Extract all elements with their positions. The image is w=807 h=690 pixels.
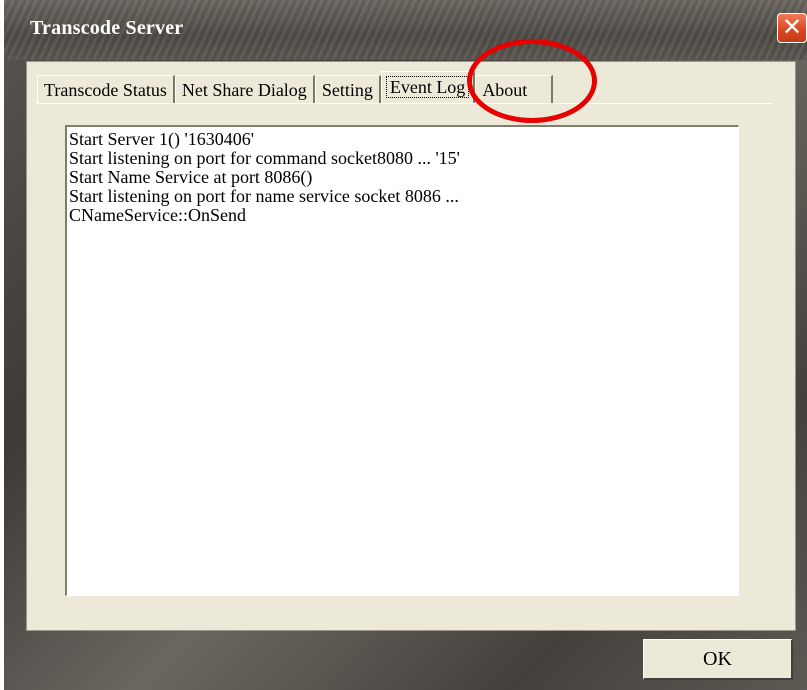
transcode-server-window: Transcode Server ✕ Transcode Status Net … (4, 0, 807, 690)
tab-event-log[interactable]: Event Log (380, 71, 476, 103)
close-button[interactable]: ✕ (777, 13, 807, 43)
dialog-body: Transcode Status Net Share Dialog Settin… (26, 39, 796, 631)
tab-label: About (482, 80, 528, 100)
tab-label: Event Log (385, 76, 470, 98)
tab-label: Setting (321, 80, 373, 100)
tab-label: Transcode Status (44, 80, 167, 100)
log-line: CNameService::OnSend (69, 205, 246, 225)
log-line: Start Name Service at port 8086() (69, 167, 313, 187)
tab-setting[interactable]: Setting (314, 75, 381, 103)
tab-label: Net Share Dialog (181, 80, 307, 100)
tab-transcode-status[interactable]: Transcode Status (37, 75, 175, 103)
window-title: Transcode Server (30, 17, 184, 39)
log-line: Start listening on port for command sock… (69, 148, 460, 168)
tab-divider (37, 103, 773, 104)
close-icon: ✕ (781, 13, 803, 41)
event-log-textbox[interactable]: Start Server 1() '1630406' Start listeni… (65, 125, 739, 596)
tab-net-share-dialog[interactable]: Net Share Dialog (174, 75, 315, 103)
title-bar[interactable]: Transcode Server ✕ (4, 0, 807, 60)
log-line: Start listening on port for name service… (69, 186, 459, 206)
tab-strip: Transcode Status Net Share Dialog Settin… (37, 71, 554, 103)
ok-button-label: OK (703, 648, 732, 670)
log-line: Start Server 1() '1630406' (69, 129, 254, 149)
tab-about[interactable]: About (475, 75, 554, 103)
ok-button[interactable]: OK (643, 639, 793, 680)
